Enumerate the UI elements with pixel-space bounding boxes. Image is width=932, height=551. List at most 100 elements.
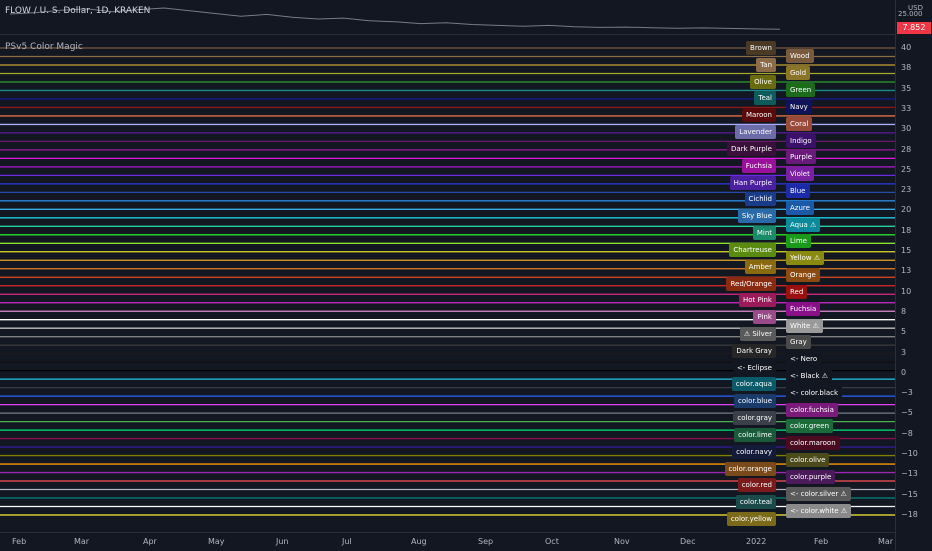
indicator-name[interactable]: PSv5 Color Magic — [5, 42, 83, 52]
y-tick-label: 38 — [901, 63, 912, 73]
color-label: color.gray — [733, 411, 776, 426]
y-tick-label: 15 — [901, 246, 912, 256]
color-label: Yellow ⚠ — [786, 251, 825, 266]
color-label: Violet — [786, 167, 814, 182]
color-label: color.aqua — [731, 377, 776, 392]
x-tick-label: Feb — [12, 537, 27, 546]
x-tick-label: Dec — [680, 537, 696, 546]
color-label: Pink — [753, 310, 776, 325]
color-label: color.purple — [786, 469, 836, 484]
color-label: color.blue — [734, 394, 776, 409]
color-label: Mint — [752, 226, 776, 241]
y-tick-label: 25 — [901, 164, 912, 174]
color-label: Green — [786, 83, 816, 98]
y-tick-label: 20 — [901, 205, 912, 215]
y-tick-label: −13 — [901, 469, 918, 479]
color-label: Wood — [786, 49, 814, 64]
color-label: Cichlid — [744, 192, 776, 207]
color-label: color.green — [786, 419, 834, 434]
color-label: Red — [786, 284, 808, 299]
color-label: <- color.white ⚠ — [786, 503, 852, 518]
x-tick-label: Mar — [878, 537, 894, 546]
x-tick-label: May — [208, 537, 225, 546]
color-label: Hot Pink — [738, 293, 776, 308]
color-label: Teal — [754, 91, 776, 106]
color-label: Gray — [786, 335, 811, 350]
color-label: Maroon — [741, 108, 776, 123]
color-label: color.fuchsia — [786, 402, 838, 417]
color-label: Fuchsia — [786, 301, 821, 316]
x-tick-label: 2022 — [746, 537, 767, 546]
color-label: Aqua ⚠ — [786, 217, 821, 232]
color-label: <- Nero — [786, 352, 822, 367]
color-label: <- Eclipse — [732, 360, 776, 375]
color-label: Purple — [786, 150, 817, 165]
color-label: Sky Blue — [737, 209, 776, 224]
price-badge: 7.852 — [897, 22, 931, 34]
color-label: Amber — [744, 259, 776, 274]
chart-area[interactable]: FLOW / U. S. Dollar, 1D, KRAKEN PSv5 Col… — [0, 0, 932, 551]
y-tick-label: 23 — [901, 185, 912, 195]
color-label: color.maroon — [786, 436, 840, 451]
y-tick-label: −10 — [901, 449, 918, 459]
y-tick-label: 30 — [901, 124, 912, 134]
color-label: Blue — [786, 183, 810, 198]
color-label: color.orange — [724, 461, 776, 476]
x-tick-label: Nov — [614, 537, 630, 546]
color-label: Dark Purple — [727, 141, 776, 156]
y-tick-label: 0 — [901, 367, 907, 377]
color-label: ⚠ Silver — [739, 326, 776, 341]
y-tick-label: 28 — [901, 144, 912, 154]
color-label: Azure — [786, 200, 814, 215]
y-tick-label: −3 — [901, 388, 913, 398]
color-label: Orange — [786, 268, 820, 283]
color-label: color.yellow — [726, 512, 776, 526]
color-label: Gold — [786, 66, 811, 81]
x-tick-label: Oct — [545, 537, 559, 546]
y-tick-label: −15 — [901, 489, 918, 499]
y-tick-label: −18 — [901, 510, 918, 519]
y-tick-label: 40 — [901, 43, 912, 52]
color-label: color.teal — [735, 495, 776, 510]
color-label: Tan — [756, 57, 776, 72]
color-label: Dark Gray — [732, 343, 776, 358]
y-tick-label: 10 — [901, 286, 912, 296]
y-tick-label: −5 — [901, 408, 913, 418]
y-tick-label: −8 — [901, 428, 913, 438]
color-label: color.red — [737, 478, 776, 493]
color-label: color.navy — [732, 444, 776, 459]
color-label: White ⚠ — [786, 318, 823, 333]
y-tick-label: 13 — [901, 266, 912, 276]
x-tick-label: Sep — [478, 537, 494, 546]
y-tick-label: 5 — [901, 327, 907, 337]
y-tick-label: 8 — [901, 306, 907, 316]
y-tick-label: 18 — [901, 225, 912, 235]
x-tick-label: Aug — [411, 537, 427, 546]
x-tick-label: Jul — [342, 537, 352, 546]
color-label: color.lime — [734, 427, 776, 442]
x-tick-label: Mar — [74, 537, 90, 546]
color-label: Han Purple — [729, 175, 776, 190]
color-label: <- color.silver ⚠ — [786, 486, 851, 501]
y-tick-label: 35 — [901, 83, 912, 93]
color-label: Brown — [746, 41, 776, 55]
color-label: Indigo — [786, 133, 816, 148]
color-label: Olive — [750, 74, 776, 89]
x-tick-label: Jun — [276, 537, 289, 546]
upper-pane-tick: 25.000 — [898, 10, 923, 18]
pane-divider[interactable] — [0, 34, 895, 35]
color-label: Red/Orange — [726, 276, 776, 291]
symbol-title[interactable]: FLOW / U. S. Dollar, 1D, KRAKEN — [5, 6, 150, 16]
x-tick-label: Feb — [814, 537, 829, 546]
color-label: Lime — [786, 234, 811, 249]
x-tick-label: Apr — [143, 537, 157, 546]
color-label: color.olive — [786, 453, 830, 468]
color-label: Fuchsia — [741, 158, 776, 173]
color-label: <- Black ⚠ — [786, 369, 833, 384]
y-tick-label: 3 — [901, 347, 907, 357]
color-label: Chartreuse — [729, 242, 776, 257]
color-label: Coral — [786, 116, 813, 131]
y-tick-label: 33 — [901, 103, 912, 113]
color-label: Lavender — [735, 125, 776, 140]
color-label: Navy — [786, 99, 812, 114]
